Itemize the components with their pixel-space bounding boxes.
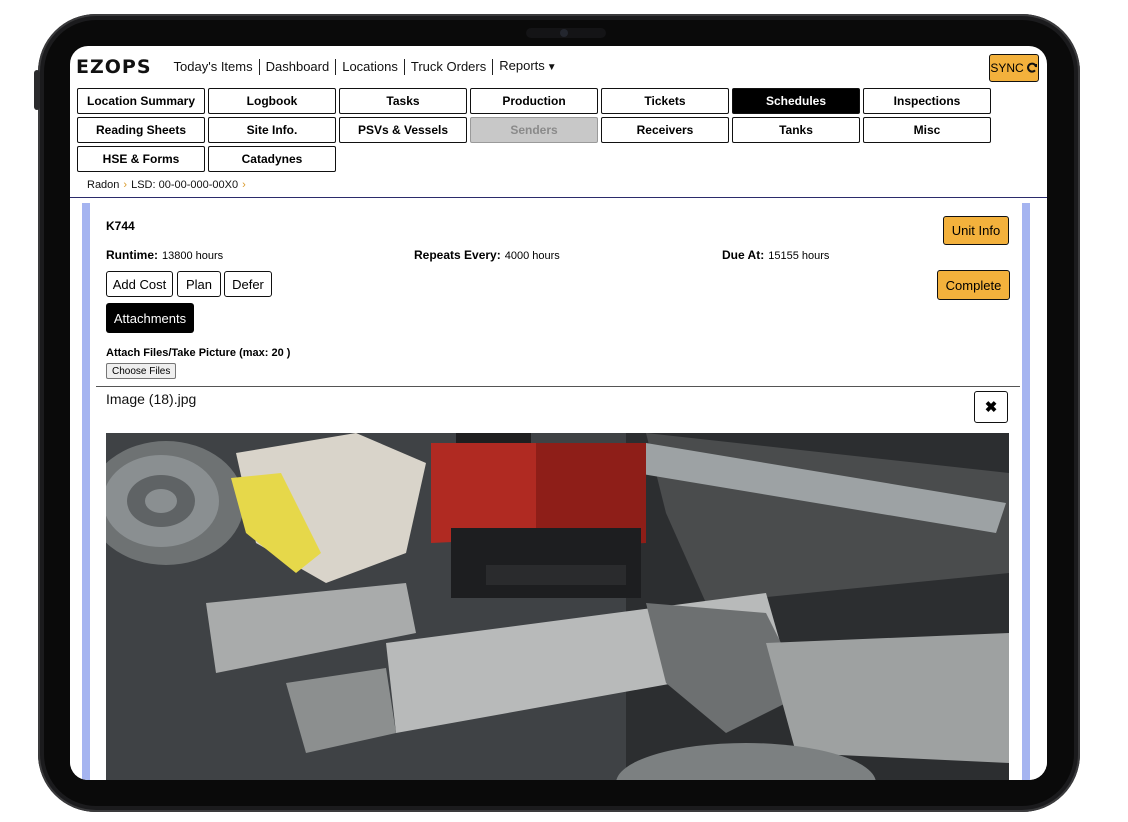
runtime-value: 13800 hours — [162, 250, 224, 262]
tab-row-3: HSE & Forms Catadynes — [77, 146, 1047, 172]
top-nav: EZOPS Today's Items Dashboard Locations … — [70, 46, 1047, 88]
tab-row-2: Reading Sheets Site Info. PSVs & Vessels… — [77, 117, 1047, 143]
attachment-image — [106, 433, 1009, 780]
nav-reports[interactable]: Reports ▼ — [493, 58, 562, 76]
breadcrumb: Radon › LSD: 00-00-000-00X0 › — [70, 175, 1047, 197]
divider — [96, 386, 1020, 387]
unit-info-button[interactable]: Unit Info — [943, 216, 1009, 245]
repeats-value: 4000 hours — [504, 250, 560, 262]
side-accent-left — [82, 203, 90, 780]
tab-logbook[interactable]: Logbook — [208, 88, 336, 114]
nav-reports-label: Reports — [499, 58, 545, 73]
breadcrumb-item[interactable]: LSD: 00-00-000-00X0 — [131, 179, 238, 191]
repeats-label: Repeats Every: — [414, 248, 501, 262]
chevron-right-icon: › — [123, 179, 128, 191]
close-icon: ✖ — [984, 399, 998, 416]
tab-catadynes[interactable]: Catadynes — [208, 146, 336, 172]
tab-senders: Senders — [470, 117, 598, 143]
volume-button — [34, 70, 40, 110]
due-field: Due At: 15155 hours — [722, 248, 829, 262]
schedule-detail: K744 Unit Info Runtime: 13800 hours Repea… — [70, 203, 1047, 780]
attachments-button[interactable]: Attachments — [106, 303, 194, 333]
tab-tickets[interactable]: Tickets — [601, 88, 729, 114]
tab-row-1: Location Summary Logbook Tasks Productio… — [77, 88, 1047, 114]
tab-tanks[interactable]: Tanks — [732, 117, 860, 143]
tab-receivers[interactable]: Receivers — [601, 117, 729, 143]
add-cost-button[interactable]: Add Cost — [106, 271, 173, 297]
runtime-field: Runtime: 13800 hours — [106, 248, 223, 262]
defer-button[interactable]: Defer — [224, 271, 272, 297]
sync-label: SYNC — [990, 61, 1024, 75]
nav-truck-orders[interactable]: Truck Orders — [405, 59, 494, 75]
app-header: EZOPS Today's Items Dashboard Locations … — [70, 46, 1047, 198]
caret-down-icon: ▼ — [546, 62, 557, 73]
tab-hse-forms[interactable]: HSE & Forms — [77, 146, 205, 172]
choose-files-button[interactable]: Choose Files — [106, 363, 177, 379]
tab-location-summary[interactable]: Location Summary — [77, 88, 205, 114]
app-logo[interactable]: EZOPS — [76, 56, 152, 78]
side-accent-right — [1022, 203, 1030, 780]
nav-dashboard[interactable]: Dashboard — [260, 59, 337, 75]
refresh-icon — [1026, 62, 1037, 73]
tool-photo — [106, 433, 1009, 780]
tab-production[interactable]: Production — [470, 88, 598, 114]
plan-button[interactable]: Plan — [177, 271, 221, 297]
tab-misc[interactable]: Misc — [863, 117, 991, 143]
schedule-panel: K744 Unit Info Runtime: 13800 hours Repea… — [90, 203, 1022, 780]
breadcrumb-item[interactable]: Radon — [87, 179, 119, 191]
attachment-filename: Image (18).jpg — [106, 391, 197, 407]
nav-locations[interactable]: Locations — [336, 59, 405, 75]
tab-reading-sheets[interactable]: Reading Sheets — [77, 117, 205, 143]
close-attachment-button[interactable]: ✖ — [974, 391, 1008, 423]
tab-schedules[interactable]: Schedules — [732, 88, 860, 114]
chevron-right-icon: › — [242, 179, 246, 191]
tab-psvs-vessels[interactable]: PSVs & Vessels — [339, 117, 467, 143]
unit-title: K744 — [106, 219, 135, 233]
repeats-field: Repeats Every: 4000 hours — [414, 248, 560, 262]
runtime-label: Runtime: — [106, 248, 158, 262]
complete-button[interactable]: Complete — [937, 270, 1010, 300]
section-tabs: Location Summary Logbook Tasks Productio… — [70, 88, 1047, 172]
attach-label: Attach Files/Take Picture (max: 20 ) — [106, 347, 291, 359]
tab-inspections[interactable]: Inspections — [863, 88, 991, 114]
due-value: 15155 hours — [768, 250, 830, 262]
sync-button[interactable]: SYNC — [989, 54, 1039, 82]
app-screen: EZOPS Today's Items Dashboard Locations … — [70, 46, 1047, 780]
due-label: Due At: — [722, 248, 765, 262]
tab-tasks[interactable]: Tasks — [339, 88, 467, 114]
front-camera — [526, 28, 606, 38]
tab-site-info[interactable]: Site Info. — [208, 117, 336, 143]
main-nav: Today's Items Dashboard Locations Truck … — [168, 58, 563, 76]
nav-todays-items[interactable]: Today's Items — [168, 59, 260, 75]
